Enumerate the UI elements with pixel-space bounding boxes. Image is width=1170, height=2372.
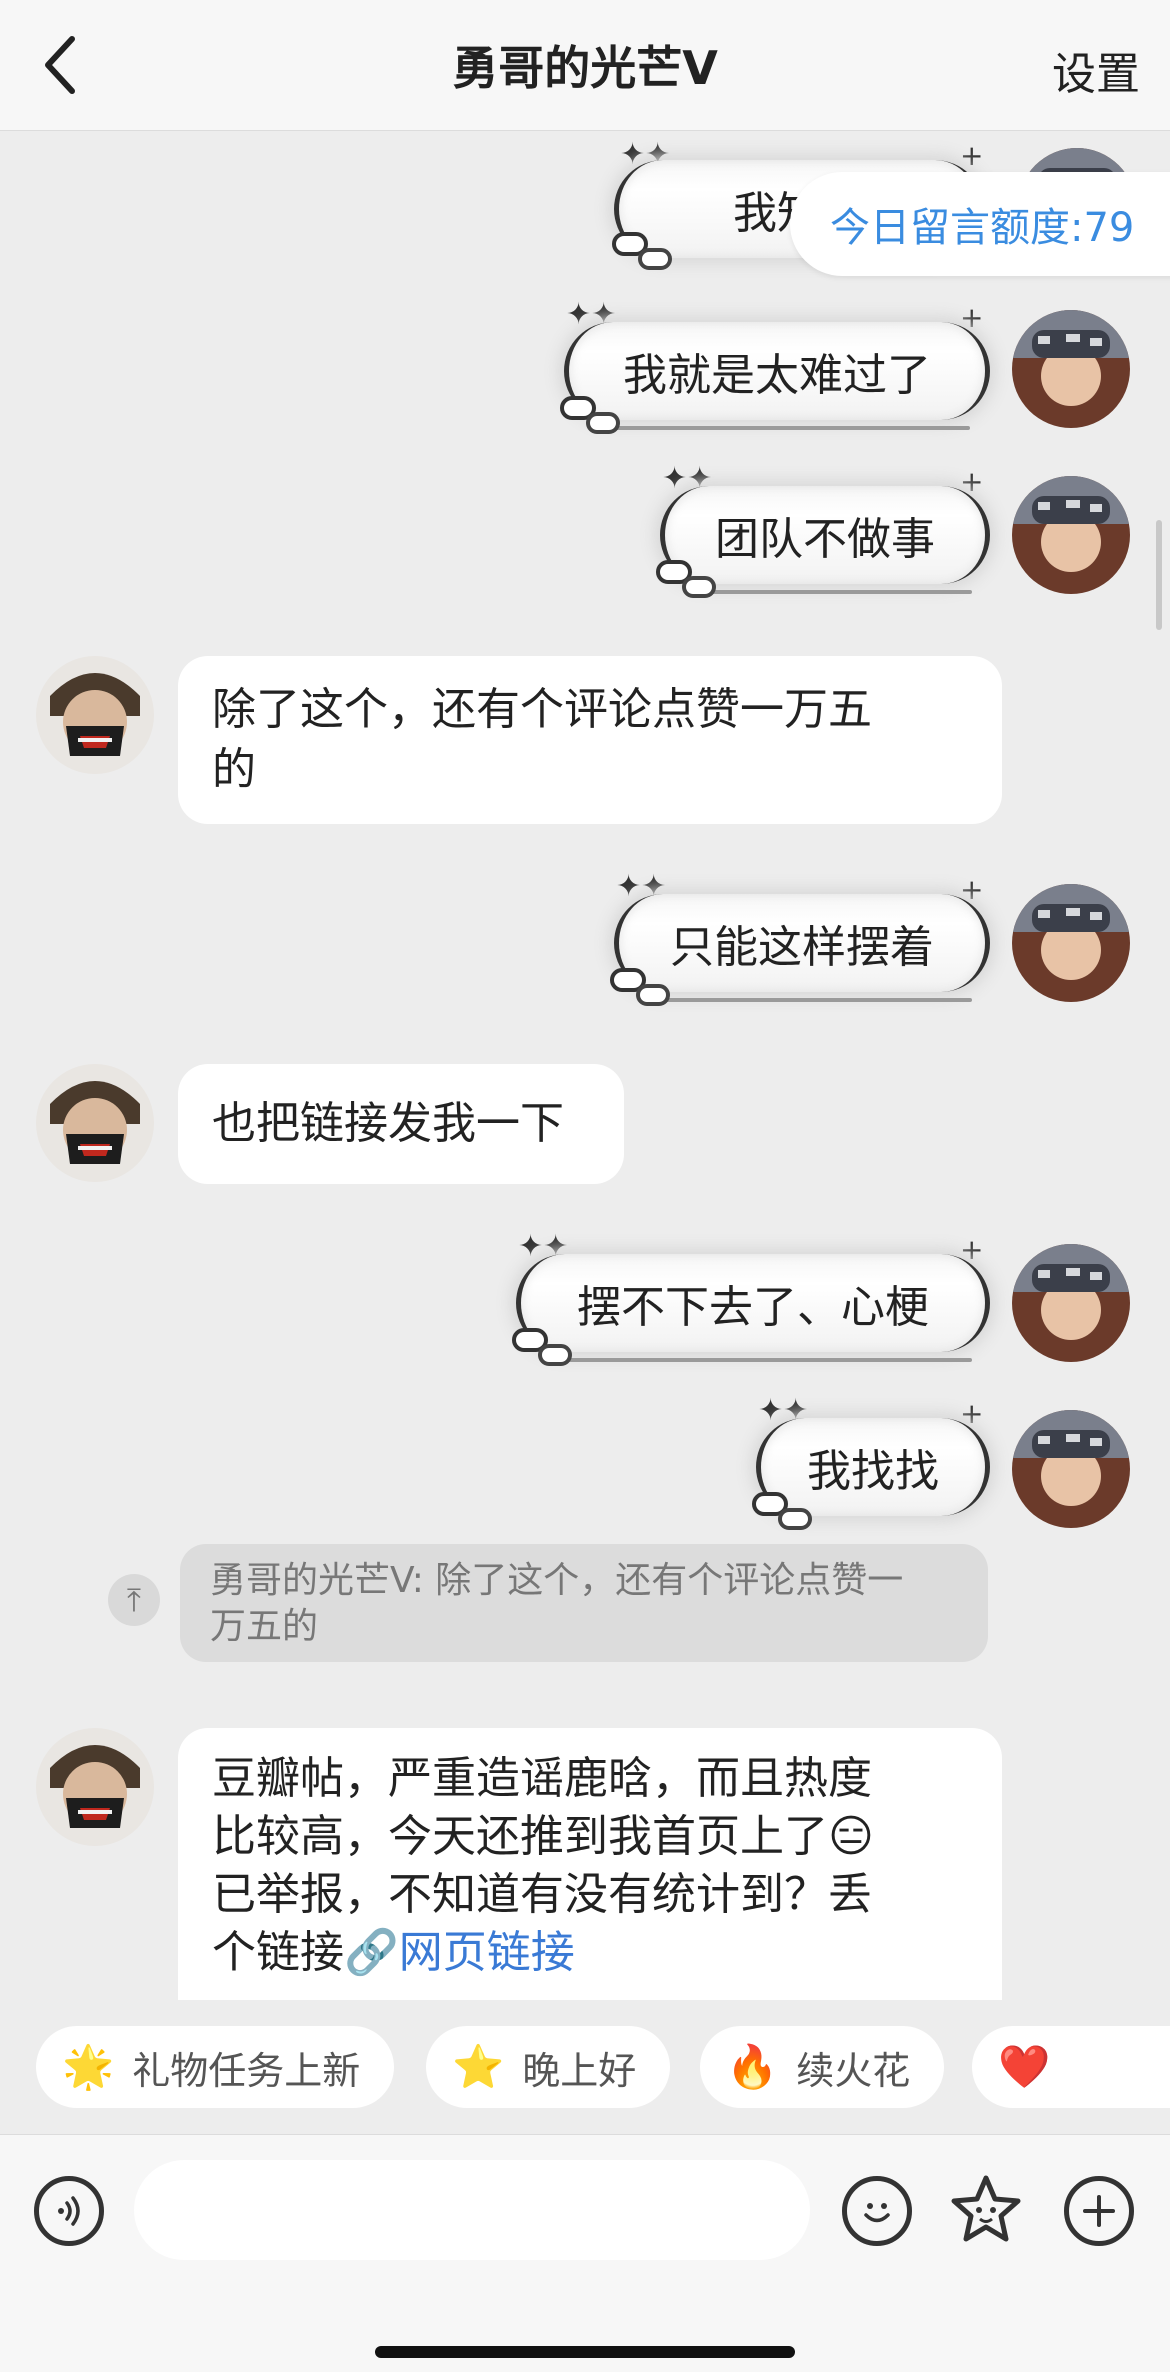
- bubble-underline: [542, 1358, 972, 1362]
- sent-bubble[interactable]: 团队不做事: [660, 486, 990, 584]
- plus-button[interactable]: [1064, 2176, 1134, 2246]
- quote-line: 万五的: [210, 1606, 319, 1647]
- quick-reply-chip[interactable]: 🌟 礼物任务上新: [36, 2026, 395, 2108]
- sticker-button[interactable]: [948, 2172, 1024, 2248]
- message-text: 摆不下去了、心梗: [577, 1282, 929, 1333]
- message-text: 我找找: [807, 1446, 939, 1497]
- settings-button[interactable]: 设置: [1052, 38, 1140, 102]
- voice-icon: [58, 2196, 80, 2226]
- heart-icon: ❤️: [998, 2042, 1051, 2091]
- message-line: 的: [212, 744, 256, 795]
- quote-jump-icon[interactable]: ⤒: [108, 1574, 160, 1626]
- quick-reply-chip[interactable]: ❤️: [972, 2026, 1170, 2108]
- quoted-message[interactable]: 勇哥的光芒V: 除了这个，还有个评论点赞一 万五的: [180, 1544, 988, 1662]
- sparkle-icon: +: [960, 139, 984, 172]
- emoji-button[interactable]: [842, 2176, 912, 2246]
- message-line: 已举报，不知道有没有统计到？丢: [212, 1869, 872, 1920]
- avatar-other[interactable]: [36, 1064, 154, 1182]
- top-nav-bar: 勇哥的光芒Ⅴ 设置: [0, 0, 1170, 131]
- bubble-underline: [640, 998, 972, 1002]
- avatar-self[interactable]: [1012, 310, 1130, 428]
- avatar-self[interactable]: [1012, 884, 1130, 1002]
- message-line: 豆瓣帖，严重造谣鹿晗，而且热度: [212, 1753, 872, 1804]
- sent-bubble[interactable]: 只能这样摆着: [614, 894, 990, 992]
- received-bubble[interactable]: 也把链接发我一下: [178, 1064, 624, 1184]
- chat-icon: [778, 1508, 812, 1530]
- message-text: 只能这样摆着: [670, 922, 934, 973]
- message-quota-badge: 今日留言额度:79: [790, 172, 1170, 276]
- avatar-self[interactable]: [1012, 476, 1130, 594]
- bubble-underline: [590, 426, 970, 430]
- message-line: 个链接🔗网页链接: [212, 1927, 575, 1978]
- chat-icon: [586, 412, 620, 434]
- web-link[interactable]: 🔗网页链接: [344, 1927, 575, 1978]
- chat-icon: [682, 576, 716, 598]
- link-icon: 🔗: [344, 1927, 399, 1978]
- voice-button[interactable]: [34, 2176, 104, 2246]
- received-bubble[interactable]: 除了这个，还有个评论点赞一万五 的: [178, 656, 1002, 824]
- sent-bubble[interactable]: 我找找: [756, 1418, 990, 1516]
- chat-icon: [638, 248, 672, 270]
- star-icon: 🌟: [62, 2042, 115, 2091]
- sent-bubble[interactable]: 摆不下去了、心梗: [516, 1254, 990, 1352]
- message-line: 也把链接发我一下: [212, 1098, 564, 1149]
- quick-reply-chip[interactable]: 🔥 续火花: [700, 2026, 945, 2108]
- quote-line: 勇哥的光芒V: 除了这个，还有个评论点赞一: [210, 1560, 904, 1601]
- star-face-icon: [951, 2175, 1021, 2242]
- avatar-self[interactable]: [1012, 1410, 1130, 1528]
- chat-title: 勇哥的光芒Ⅴ: [452, 41, 718, 95]
- sent-bubble[interactable]: 我就是太难过了: [564, 322, 990, 420]
- message-line: 除了这个，还有个评论点赞一万五: [212, 684, 872, 735]
- message-text: 我就是太难过了: [623, 350, 931, 401]
- emoji: 😑: [828, 1811, 874, 1862]
- avatar-other[interactable]: [36, 656, 154, 774]
- avatar-self[interactable]: [1012, 1244, 1130, 1362]
- message-text: 团队不做事: [715, 514, 935, 565]
- chat-icon: [636, 984, 670, 1006]
- fire-icon: 🔥: [726, 2042, 779, 2091]
- quick-reply-bar: 🌟 礼物任务上新 ⭐ 晚上好 🔥 续火花 ❤️: [0, 2000, 1170, 2120]
- message-input[interactable]: [134, 2160, 810, 2260]
- message-line: 比较高，今天还推到我首页上了😑: [212, 1811, 874, 1862]
- smiley-icon: [864, 2203, 890, 2223]
- star-icon: ⭐: [452, 2042, 505, 2091]
- home-indicator: [375, 2346, 795, 2358]
- quick-reply-chip[interactable]: ⭐ 晚上好: [426, 2026, 671, 2108]
- bubble-underline: [686, 590, 972, 594]
- plus-icon: [1083, 2195, 1115, 2227]
- scrollbar[interactable]: [1156, 520, 1162, 630]
- received-bubble[interactable]: 豆瓣帖，严重造谣鹿晗，而且热度 比较高，今天还推到我首页上了😑 已举报，不知道有…: [178, 1728, 1002, 2000]
- avatar-other[interactable]: [36, 1728, 154, 1846]
- chat-icon: [538, 1344, 572, 1366]
